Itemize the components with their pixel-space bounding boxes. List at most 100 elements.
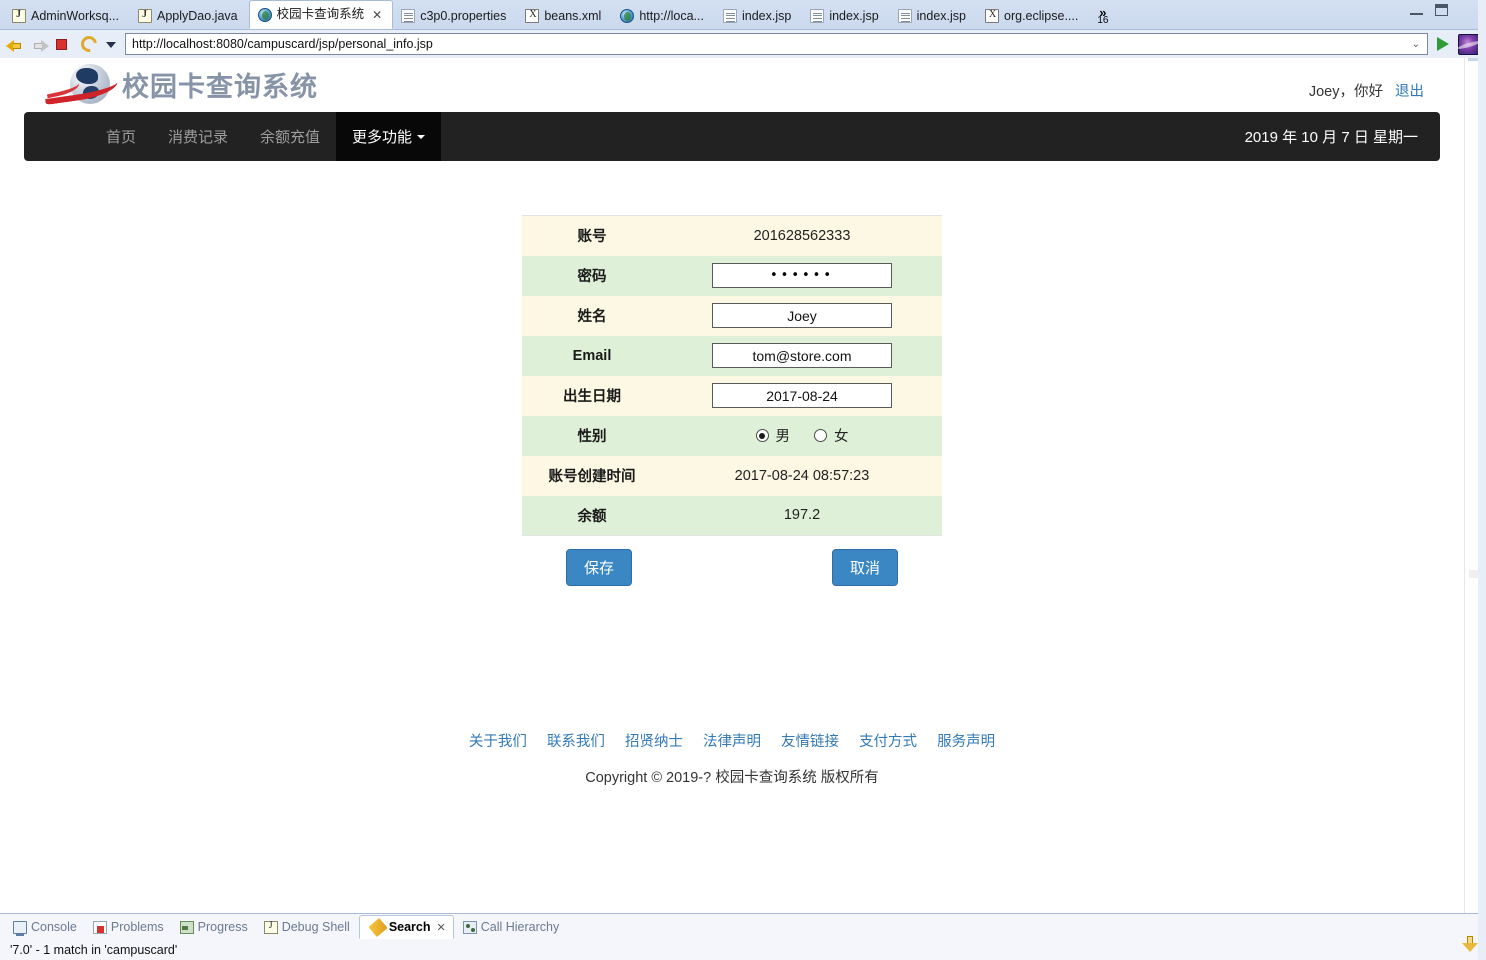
form-button-row: 保存 取消 [522, 549, 942, 586]
main-content: 账号 201628562333 密码 •••••• 姓名 [0, 161, 1464, 586]
scroll-down-icon[interactable] [1462, 936, 1478, 952]
forward-icon[interactable] [31, 39, 49, 57]
table-row: Email [522, 336, 942, 376]
footer-link-legal[interactable]: 法律声明 [703, 734, 761, 750]
table-row: 姓名 [522, 296, 942, 336]
toolbar-dropdown-icon[interactable] [106, 35, 118, 53]
bottom-tab-label: Progress [198, 920, 248, 934]
xml-file-icon [525, 9, 539, 23]
table-row: 性别 男 女 [522, 416, 942, 456]
go-icon[interactable] [1437, 37, 1449, 51]
row-label: 出生日期 [522, 376, 662, 416]
page-footer: 关于我们 联系我们 招贤纳士 法律声明 友情链接 支付方式 服务声明 Copyr… [0, 730, 1464, 787]
editor-tab[interactable]: http://loca... [612, 3, 715, 29]
bottom-view-panel: Console Problems Progress Debug Shell Se… [0, 913, 1486, 960]
java-file-icon [12, 9, 26, 23]
bottom-tab-progress[interactable]: Progress [173, 915, 255, 939]
xml-file-icon [985, 9, 999, 23]
browser-viewport: 校园卡查询系统 Joey，你好退出 首页 消费记录 余额充值 更多功能 [0, 58, 1464, 913]
site-logo[interactable]: 校园卡查询系统 [42, 60, 324, 110]
footer-link-about[interactable]: 关于我们 [469, 734, 527, 750]
editor-tab[interactable]: index.jsp [802, 3, 889, 29]
editor-tab-label: AdminWorksq... [31, 10, 119, 23]
gender-radio-female[interactable] [814, 429, 827, 442]
call-hierarchy-icon [463, 921, 477, 934]
nav-label: 消费记录 [168, 126, 228, 147]
table-row: 账号创建时间 2017-08-24 08:57:23 [522, 456, 942, 496]
text-file-icon [810, 9, 824, 23]
editor-tab-active-browser[interactable]: 校园卡查询系统 ✕ [249, 0, 394, 29]
maximize-icon[interactable] [1435, 4, 1448, 16]
bottom-tab-label: Call Hierarchy [481, 920, 560, 934]
window-right-edge [1478, 0, 1486, 960]
java-file-icon [138, 9, 152, 23]
editor-tab-label: c3p0.properties [420, 10, 506, 23]
row-label: 账号 [522, 216, 662, 256]
open-browser-icon[interactable] [1458, 34, 1480, 55]
problems-icon [93, 921, 107, 934]
progress-icon [180, 921, 194, 934]
nav-item-balance-recharge[interactable]: 余额充值 [244, 112, 336, 161]
name-field[interactable] [712, 303, 892, 328]
debug-shell-icon [264, 921, 278, 934]
chevron-down-icon[interactable]: ⌄ [1409, 39, 1423, 50]
nav-item-home[interactable]: 首页 [90, 112, 152, 161]
row-value [662, 296, 942, 336]
editor-tab-label: index.jsp [829, 10, 878, 23]
birthdate-field[interactable] [712, 383, 892, 408]
bottom-tab-problems[interactable]: Problems [86, 915, 171, 939]
gender-radio-male[interactable] [756, 429, 769, 442]
refresh-icon[interactable] [81, 35, 99, 53]
logout-link[interactable]: 退出 [1395, 84, 1424, 100]
minimize-icon[interactable] [1410, 6, 1423, 15]
console-icon [13, 921, 27, 934]
logo-text: 校园卡查询系统 [122, 70, 318, 101]
editor-tab[interactable]: beans.xml [517, 3, 612, 29]
editor-tab[interactable]: c3p0.properties [393, 3, 517, 29]
navbar-spacer [24, 112, 90, 161]
editor-tab[interactable]: ApplyDao.java [130, 3, 249, 29]
footer-link-service[interactable]: 服务声明 [937, 734, 995, 750]
date-text: 2019 年 10 月 7 日 星期一 [1245, 126, 1418, 147]
url-bar[interactable]: http://localhost:8080/campuscard/jsp/per… [125, 33, 1428, 55]
bottom-tab-console[interactable]: Console [6, 915, 84, 939]
footer-link-payment[interactable]: 支付方式 [859, 734, 917, 750]
text-file-icon [898, 9, 912, 23]
bottom-view-tab-bar: Console Problems Progress Debug Shell Se… [0, 914, 1486, 940]
greeting-text: Joey，你好 [1309, 84, 1383, 100]
editor-tab[interactable]: AdminWorksq... [4, 3, 130, 29]
personal-info-table: 账号 201628562333 密码 •••••• 姓名 [522, 215, 942, 536]
editor-tab[interactable]: org.eclipse.... [977, 3, 1089, 29]
back-icon[interactable] [6, 39, 24, 57]
window-controls [1410, 4, 1448, 16]
bottom-tab-debug-shell[interactable]: Debug Shell [257, 915, 357, 939]
site-header: 校园卡查询系统 Joey，你好退出 [24, 58, 1440, 112]
footer-link-contact[interactable]: 联系我们 [547, 734, 605, 750]
editor-tab[interactable]: index.jsp [715, 3, 802, 29]
footer-link-careers[interactable]: 招贤纳士 [625, 734, 683, 750]
close-icon[interactable]: ✕ [437, 921, 446, 934]
footer-link-partners[interactable]: 友情链接 [781, 734, 839, 750]
editor-tab[interactable]: index.jsp [890, 3, 977, 29]
globe-logo-icon [44, 62, 118, 108]
bottom-tab-call-hierarchy[interactable]: Call Hierarchy [456, 915, 567, 939]
password-field[interactable]: •••••• [712, 263, 892, 288]
nav-item-consumption-records[interactable]: 消费记录 [152, 112, 244, 161]
editor-tab-label: index.jsp [742, 10, 791, 23]
search-icon [368, 918, 387, 937]
bottom-tab-label: Console [31, 920, 77, 934]
email-field[interactable] [712, 343, 892, 368]
save-button[interactable]: 保存 [566, 549, 632, 586]
footer-links: 关于我们 联系我们 招贤纳士 法律声明 友情链接 支付方式 服务声明 [0, 730, 1464, 751]
row-label: 密码 [522, 256, 662, 296]
close-icon[interactable]: ✕ [372, 8, 382, 22]
stop-icon[interactable] [56, 35, 74, 53]
bottom-tab-search[interactable]: Search ✕ [359, 915, 454, 939]
cancel-button[interactable]: 取消 [832, 549, 898, 586]
footer-copyright: Copyright © 2019-? 校园卡查询系统 版权所有 [0, 766, 1464, 787]
nav-item-more-functions[interactable]: 更多功能 [336, 112, 441, 161]
table-row: 出生日期 [522, 376, 942, 416]
tab-overflow-button[interactable]: » 16 [1089, 3, 1116, 29]
editor-tab-label: http://loca... [639, 10, 704, 23]
table-row: 余额 197.2 [522, 496, 942, 536]
